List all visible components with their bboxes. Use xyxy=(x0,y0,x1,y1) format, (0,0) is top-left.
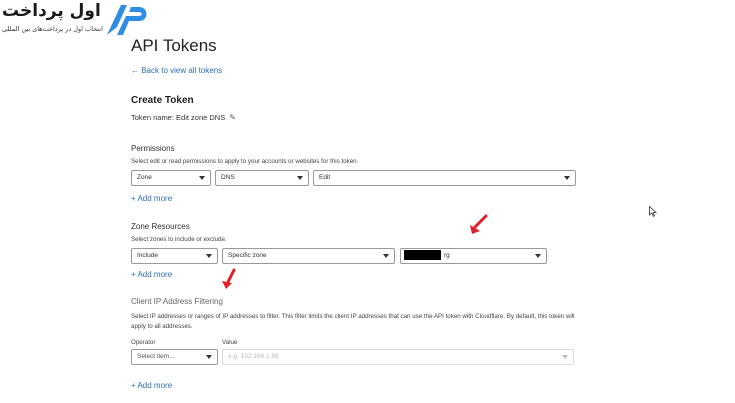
operator-label: Operator xyxy=(131,339,156,346)
create-token-heading: Create Token xyxy=(131,95,194,106)
zone-include-select[interactable]: Include xyxy=(131,248,218,264)
permission-scope-value: Zone xyxy=(137,174,152,181)
mouse-cursor-icon xyxy=(649,206,657,217)
operator-placeholder: Select item... xyxy=(137,353,175,360)
ip-filtering-description: Select IP addresses or ranges of IP addr… xyxy=(131,313,575,330)
token-name-text: Token name: Edit zone DNS xyxy=(131,113,226,122)
ip-filtering-heading: Client IP Address Filtering xyxy=(131,297,223,306)
permissions-heading: Permissions xyxy=(131,144,175,153)
chevron-down-icon xyxy=(206,355,212,359)
ip-value-input[interactable]: e.g. 192.168.1.88 xyxy=(222,349,574,365)
ip-add-more-link[interactable]: + Add more xyxy=(131,381,172,390)
value-label: Value xyxy=(222,339,238,346)
permissions-add-more-link[interactable]: + Add more xyxy=(131,194,172,203)
permission-level-select[interactable]: Edit xyxy=(313,170,576,186)
zone-type-select[interactable]: Specific zone xyxy=(222,248,395,264)
chevron-down-icon xyxy=(564,176,570,180)
red-arrow-icon xyxy=(470,214,488,234)
page-title: API Tokens xyxy=(131,36,217,55)
edit-pencil-icon[interactable]: ✎ xyxy=(229,113,236,122)
permission-resource-value: DNS xyxy=(221,174,235,181)
chevron-down-icon xyxy=(562,355,568,359)
zone-type-value: Specific zone xyxy=(228,252,267,259)
red-arrow-icon xyxy=(222,268,236,289)
logo-subtitle: انتخاب اول در پرداخت‌های بین المللی xyxy=(2,25,103,33)
chevron-down-icon xyxy=(535,254,541,258)
token-name: Token name: Edit zone DNS ✎ xyxy=(131,113,236,122)
logo-mark-icon xyxy=(107,5,147,35)
back-to-tokens-link[interactable]: ← Back to view all tokens xyxy=(131,66,222,75)
zone-resources-heading: Zone Resources xyxy=(131,222,190,231)
permission-level-value: Edit xyxy=(319,174,331,181)
logo-title: اول پرداخت xyxy=(2,1,101,21)
zone-resources-description: Select zones to include or exclude. xyxy=(131,236,227,243)
zone-domain-value: rg xyxy=(444,252,450,259)
ip-value-placeholder: e.g. 192.168.1.88 xyxy=(228,353,279,360)
chevron-down-icon xyxy=(297,176,303,180)
chevron-down-icon xyxy=(206,254,212,258)
chevron-down-icon xyxy=(383,254,389,258)
zone-include-value: Include xyxy=(137,252,158,259)
permission-scope-select[interactable]: Zone xyxy=(131,170,211,186)
zone-add-more-link[interactable]: + Add more xyxy=(131,270,172,279)
chevron-down-icon xyxy=(199,176,205,180)
operator-select[interactable]: Select item... xyxy=(131,349,218,365)
permissions-description: Select edit or read permissions to apply… xyxy=(131,158,359,165)
redaction-box xyxy=(404,250,441,260)
permission-resource-select[interactable]: DNS xyxy=(215,170,309,186)
